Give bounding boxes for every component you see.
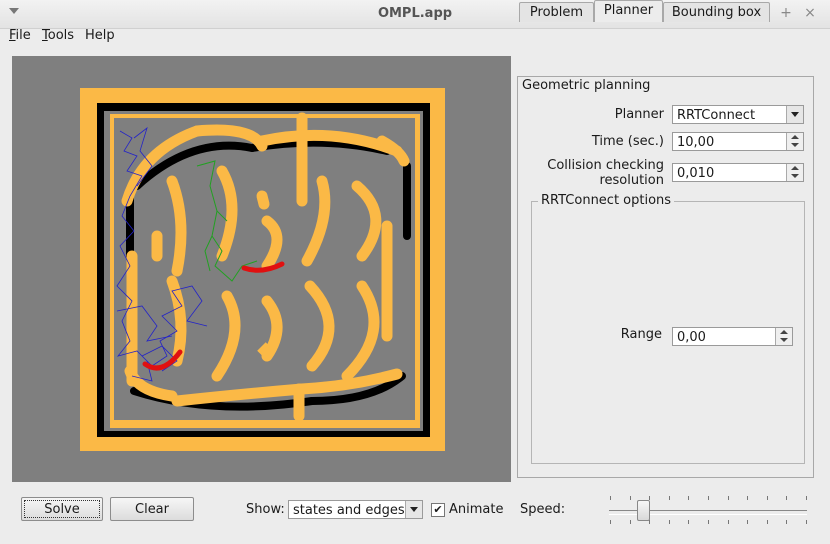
- slider-tick: [688, 520, 690, 524]
- time-spinbox[interactable]: 10,00: [672, 132, 804, 151]
- spin-down-icon[interactable]: [791, 174, 799, 178]
- solve-button[interactable]: Solve: [21, 497, 103, 521]
- collision-value: 0,010: [677, 166, 715, 181]
- slider-tick: [806, 520, 807, 524]
- collision-label: Collision checking resolution: [534, 158, 664, 188]
- spin-up-icon[interactable]: [780, 330, 788, 334]
- slider-tick: [688, 496, 690, 500]
- menu-tools[interactable]: Tools: [42, 28, 74, 43]
- planner-select-value: RRTConnect: [677, 108, 756, 123]
- menu-file[interactable]: File: [9, 28, 31, 43]
- show-select-value: states and edges: [293, 503, 405, 518]
- show-label: Show:: [246, 502, 285, 517]
- range-spinbox[interactable]: 0,00: [672, 327, 793, 346]
- animate-label: Animate: [449, 502, 504, 517]
- close-icon[interactable]: ×: [802, 5, 818, 21]
- collision-label-line1: Collision checking: [547, 158, 664, 173]
- slider-tick: [629, 520, 631, 524]
- animate-checkbox[interactable]: ✔: [431, 503, 445, 517]
- maze-scene: [80, 88, 445, 451]
- collision-label-line2: resolution: [599, 173, 664, 188]
- spin-up-icon[interactable]: [791, 135, 799, 139]
- planning-viewport[interactable]: [12, 56, 511, 482]
- spin-down-icon[interactable]: [780, 338, 788, 342]
- maximize-icon[interactable]: +: [778, 5, 794, 21]
- slider-tick: [610, 496, 611, 500]
- time-spin-buttons[interactable]: [786, 133, 803, 150]
- slider-tick: [747, 520, 749, 524]
- speed-label: Speed:: [520, 502, 566, 517]
- slider-tick: [668, 496, 670, 500]
- slider-tick: [610, 520, 611, 524]
- section-title: Geometric planning: [522, 78, 651, 93]
- tab-planner[interactable]: Planner: [594, 0, 663, 22]
- planner-select[interactable]: RRTConnect: [672, 105, 804, 124]
- slider-tick: [747, 496, 749, 500]
- clear-button[interactable]: Clear: [110, 497, 194, 521]
- menu-bar: File Tools Help: [0, 28, 830, 48]
- planner-panel: Geometric planning Planner RRTConnect Ti…: [517, 76, 814, 478]
- spin-down-icon[interactable]: [791, 143, 799, 147]
- slider-tick: [727, 496, 729, 500]
- collision-spin-buttons[interactable]: [786, 164, 803, 181]
- tab-problem[interactable]: Problem: [519, 2, 594, 22]
- spin-up-icon[interactable]: [791, 166, 799, 170]
- slider-tick: [668, 520, 670, 524]
- options-groupbox: Range 0,00: [531, 201, 805, 464]
- slider-tick: [766, 496, 768, 500]
- slider-tick: [708, 496, 709, 500]
- slider-tick: [649, 496, 651, 500]
- range-spin-buttons[interactable]: [775, 328, 792, 345]
- slider-tick: [806, 496, 807, 500]
- slider-tick: [629, 496, 631, 500]
- range-label: Range: [620, 327, 662, 342]
- menu-help[interactable]: Help: [85, 28, 115, 43]
- slider-tick: [649, 520, 651, 524]
- slider-tick: [766, 520, 768, 524]
- time-value: 10,00: [677, 135, 715, 150]
- chevron-down-icon[interactable]: [786, 106, 803, 123]
- collision-spinbox[interactable]: 0,010: [672, 163, 804, 182]
- options-title: RRTConnect options: [538, 193, 675, 208]
- planner-label: Planner: [614, 107, 664, 122]
- slider-tick: [708, 520, 709, 524]
- range-value: 0,00: [677, 330, 706, 345]
- slider-tick: [786, 520, 788, 524]
- slider-tick: [727, 520, 729, 524]
- chevron-down-icon[interactable]: [405, 501, 422, 518]
- speed-slider-handle[interactable]: [636, 500, 650, 521]
- slider-tick: [786, 496, 788, 500]
- show-select[interactable]: states and edges: [288, 500, 423, 519]
- time-label: Time (sec.): [591, 134, 664, 149]
- tab-bounding-box[interactable]: Bounding box: [663, 2, 770, 22]
